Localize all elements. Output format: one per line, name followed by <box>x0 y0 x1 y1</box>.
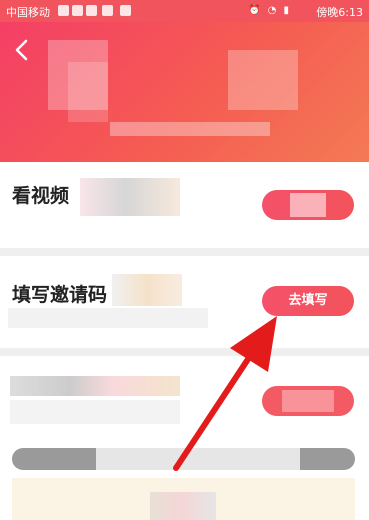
redacted-button-label <box>282 390 334 412</box>
notification-icon <box>86 5 97 16</box>
progress-bar-label <box>96 448 300 470</box>
redacted-button-label <box>290 193 326 217</box>
redacted-reward <box>80 178 180 216</box>
clock: 傍晚6:13 <box>316 6 363 19</box>
task-card-invite-code: 填写邀请码 去填写 <box>0 256 369 348</box>
notification-icon <box>58 5 69 16</box>
status-bar: 中国移动 ⏰ ◔ ▮ 傍晚6:13 <box>0 0 369 22</box>
back-button[interactable] <box>8 36 36 64</box>
task-title: 看视频 <box>12 185 70 207</box>
task-title: 填写邀请码 <box>12 284 108 306</box>
redacted-description <box>8 308 208 328</box>
fill-invite-code-button[interactable]: 去填写 <box>262 286 354 316</box>
task-card-redacted <box>0 356 369 520</box>
redacted-banner-content <box>228 50 298 110</box>
task-card-watch-video: 看视频 <box>0 162 369 248</box>
progress-bar <box>12 448 355 470</box>
system-icons: ⏰ ◔ ▮ <box>247 5 291 16</box>
redacted-description <box>10 400 180 424</box>
notification-icon <box>72 5 83 16</box>
back-arrow-icon <box>15 39 28 61</box>
invite-banner[interactable] <box>12 478 355 520</box>
header-banner <box>0 22 369 162</box>
notification-icon <box>120 5 131 16</box>
notification-icon <box>102 5 113 16</box>
redacted-banner-text <box>110 122 270 136</box>
redacted-banner-content <box>68 62 108 122</box>
redacted-reward <box>112 274 182 306</box>
watch-video-button[interactable] <box>262 190 354 220</box>
redacted-title <box>10 376 180 396</box>
redacted-banner-text <box>150 492 216 520</box>
redacted-task-button[interactable] <box>262 386 354 416</box>
carrier-name: 中国移动 <box>6 6 50 19</box>
